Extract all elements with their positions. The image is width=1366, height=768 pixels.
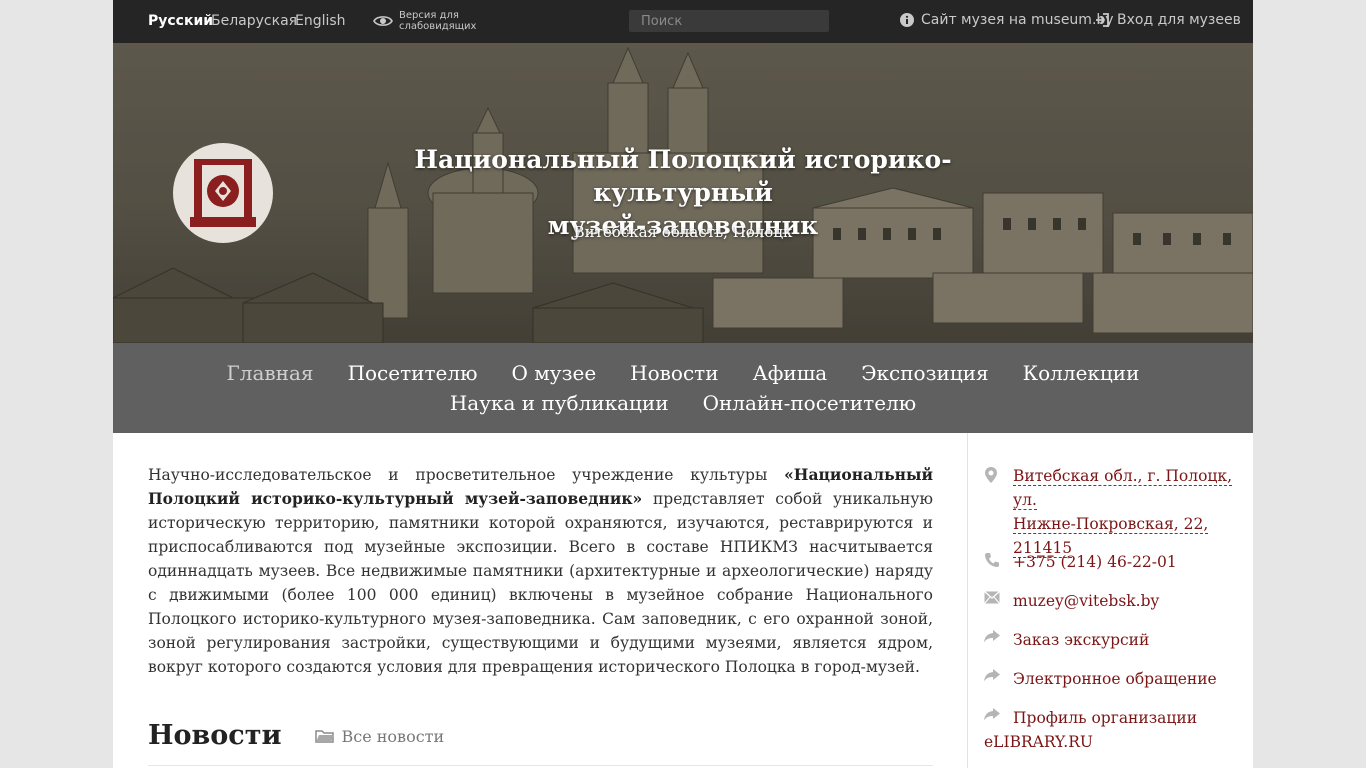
address-line2[interactable]: Нижне-Покровская, 22,	[1013, 515, 1209, 534]
address-item: Витебская обл., г. Полоцк, ул. Нижне-Пок…	[984, 464, 1234, 560]
lang-english[interactable]: English	[295, 13, 346, 29]
phone-link[interactable]: +375 (214) 46-22-01	[1013, 553, 1177, 571]
top-bar: Русский Беларуская English Версия для сл…	[113, 0, 1253, 43]
search-input[interactable]	[629, 10, 829, 32]
nav-item-home[interactable]: Главная	[227, 360, 314, 386]
address-line1[interactable]: Витебская обл., г. Полоцк, ул.	[1013, 467, 1232, 510]
appeal-link[interactable]: Электронное обращение	[1013, 670, 1217, 688]
info-icon	[900, 13, 914, 27]
login-label: Вход для музеев	[1117, 12, 1241, 28]
hero-banner: Национальный Полоцкий историко-культурны…	[113, 43, 1253, 343]
intro-text-start: Научно-исследовательское и просветительн…	[148, 466, 785, 484]
intro-text-rest: представляет собой уникальную историческ…	[148, 490, 933, 676]
nav-row-2: Наука и публикации Онлайн-посетителю	[113, 390, 1253, 416]
lang-belarusian[interactable]: Беларуская	[211, 13, 297, 29]
profile-link[interactable]: Профиль организации eLIBRARY.RU	[984, 709, 1197, 751]
share-arrow-icon	[984, 630, 1000, 643]
phone-icon	[985, 553, 999, 567]
main-content: Научно-исследовательское и просветительн…	[148, 433, 933, 766]
nav-item-collections[interactable]: Коллекции	[1023, 360, 1140, 386]
nav-item-visitor[interactable]: Посетителю	[348, 360, 478, 386]
appeal-item: Электронное обращение	[984, 667, 1234, 691]
nav-item-about[interactable]: О музее	[512, 360, 597, 386]
nav-item-science[interactable]: Наука и публикации	[450, 390, 669, 416]
lang-russian[interactable]: Русский	[148, 13, 213, 29]
profile-line2: eLIBRARY.RU	[984, 733, 1093, 751]
profile-item: Профиль организации eLIBRARY.RU	[984, 706, 1234, 754]
folder-icon	[315, 730, 335, 743]
museum-site-label: Сайт музея на museum.by	[921, 12, 1114, 28]
map-pin-icon	[985, 467, 997, 483]
email-item: muzey@vitebsk.by	[984, 589, 1234, 613]
share-arrow-icon	[984, 708, 1000, 721]
excursion-item: Заказ экскурсий	[984, 628, 1234, 652]
share-arrow-icon	[984, 669, 1000, 682]
news-divider	[148, 765, 933, 766]
news-header: Новости Все новости	[148, 720, 933, 751]
museum-logo[interactable]	[173, 143, 273, 243]
contact-sidebar: Витебская обл., г. Полоцк, ул. Нижне-Пок…	[967, 433, 1253, 768]
nav-item-news[interactable]: Новости	[630, 360, 718, 386]
login-link[interactable]: Вход для музеев	[1095, 12, 1241, 28]
login-icon	[1096, 13, 1109, 27]
museum-title-line1: Национальный Полоцкий историко-культурны…	[414, 145, 952, 207]
main-nav: Главная Посетителю О музее Новости Афиша…	[113, 343, 1253, 433]
low-vision-toggle[interactable]: Версия для слабовидящих	[373, 10, 489, 32]
news-title: Новости	[148, 720, 282, 751]
logo-emblem	[190, 159, 256, 227]
mail-icon	[984, 591, 1000, 604]
eye-icon	[373, 16, 393, 26]
nav-row-1: Главная Посетителю О музее Новости Афиша…	[113, 360, 1253, 386]
nav-item-online[interactable]: Онлайн-посетителю	[703, 390, 917, 416]
phone-item: +375 (214) 46-22-01	[984, 550, 1234, 574]
intro-paragraph: Научно-исследовательское и просветительн…	[148, 463, 933, 679]
museum-location: Витебская область, Полоцк	[573, 223, 793, 241]
museum-site-link[interactable]: Сайт музея на museum.by	[900, 12, 1114, 28]
all-news-label: Все новости	[341, 727, 445, 746]
low-vision-label: Версия для слабовидящих	[399, 10, 477, 32]
profile-line1: Профиль организации	[1013, 709, 1198, 727]
excursion-link[interactable]: Заказ экскурсий	[1013, 631, 1149, 649]
email-link[interactable]: muzey@vitebsk.by	[1013, 592, 1159, 610]
nav-item-events[interactable]: Афиша	[753, 360, 828, 386]
nav-item-exposition[interactable]: Экспозиция	[861, 360, 988, 386]
all-news-link[interactable]: Все новости	[315, 727, 444, 746]
page: Русский Беларуская English Версия для сл…	[113, 0, 1253, 768]
